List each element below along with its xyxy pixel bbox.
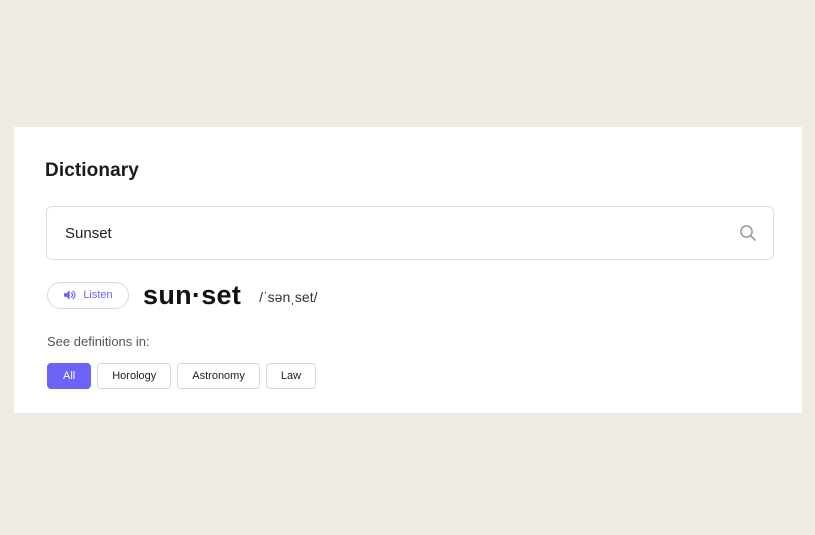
category-chip-all[interactable]: All (47, 363, 92, 389)
category-chip-law[interactable]: Law (265, 363, 317, 389)
definitions-label: See definitions in: (47, 334, 150, 349)
dictionary-card: Dictionary Listen sun·set /ˈsənˌset/ See… (14, 127, 802, 413)
headword: sun·set (143, 279, 242, 310)
search-box[interactable] (46, 206, 774, 260)
category-chip-horology[interactable]: Horology (97, 363, 172, 389)
search-input[interactable] (65, 207, 705, 259)
phonetic-transcription: /ˈsənˌset/ (259, 289, 318, 305)
listen-button[interactable]: Listen (47, 281, 129, 309)
category-chip-astronomy[interactable]: Astronomy (177, 363, 260, 389)
listen-label: Listen (83, 289, 113, 301)
category-filter: All Horology Astronomy Law (47, 363, 317, 389)
speaker-icon (64, 290, 76, 300)
search-icon[interactable] (739, 224, 757, 242)
page-title: Dictionary (45, 160, 139, 181)
word-entry-row: Listen sun·set /ˈsənˌset/ (47, 279, 317, 311)
